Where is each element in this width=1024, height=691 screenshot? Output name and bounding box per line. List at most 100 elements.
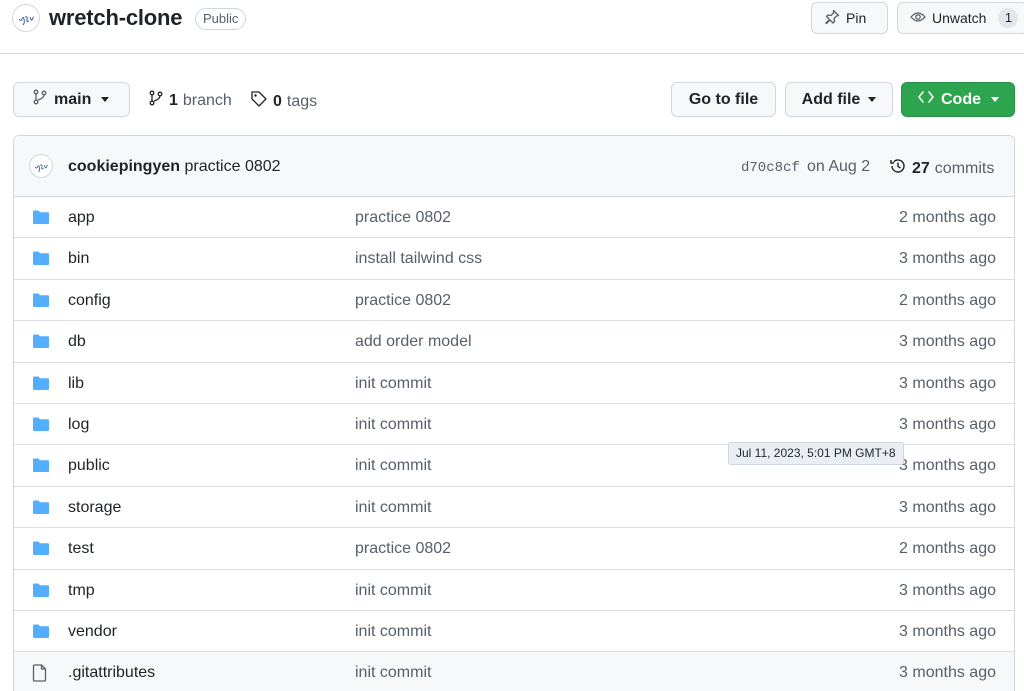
pin-label: Pin <box>846 10 867 26</box>
file-row[interactable]: test practice 0802 2 months ago <box>14 528 1014 570</box>
file-icon <box>32 664 48 687</box>
file-name-link[interactable]: db <box>68 333 86 351</box>
file-row[interactable]: vendor init commit 3 months ago <box>14 611 1014 653</box>
commit-message-link[interactable]: practice 0802 <box>184 158 280 175</box>
folder-icon <box>32 292 50 313</box>
folder-icon <box>32 209 50 230</box>
add-file-label: Add file <box>801 90 861 108</box>
file-commit-message-link[interactable]: add order model <box>355 333 472 351</box>
file-row[interactable]: log init commit 3 months ago <box>14 404 1014 446</box>
file-row[interactable]: lib init commit 3 months ago <box>14 363 1014 404</box>
commits-count: 27 <box>912 159 930 177</box>
commit-author-link[interactable]: cookiepingyen <box>68 158 180 175</box>
watch-count: 1 <box>998 8 1019 28</box>
file-name-link[interactable]: vendor <box>68 623 117 641</box>
file-name-link[interactable]: lib <box>68 375 84 393</box>
branches-link[interactable]: 1 branch <box>148 90 232 111</box>
commits-label: commits <box>934 159 995 177</box>
repo-header: wretch-clone Public Pin Unwatch 1 <box>0 0 1024 54</box>
tags-label: tags <box>286 92 318 110</box>
history-icon <box>889 157 907 180</box>
file-name-link[interactable]: log <box>68 416 89 434</box>
file-name-link[interactable]: config <box>68 292 111 310</box>
file-name-link[interactable]: public <box>68 457 110 475</box>
file-commit-age: 3 months ago <box>899 416 996 433</box>
owner-avatar[interactable] <box>12 4 40 32</box>
file-commit-message-link[interactable]: init commit <box>355 375 431 393</box>
file-commit-age: 3 months ago <box>899 664 996 682</box>
file-commit-age: 2 months ago <box>899 209 996 226</box>
file-commit-age: 3 months ago <box>899 250 996 268</box>
file-commit-message-link[interactable]: init commit <box>355 457 431 475</box>
file-commit-message-link[interactable]: init commit <box>355 664 431 682</box>
unwatch-label: Unwatch <box>932 10 987 26</box>
commit-summary: cookiepingyen practice 0802 <box>68 158 281 176</box>
folder-icon <box>32 250 50 271</box>
file-name-link[interactable]: test <box>68 540 94 558</box>
pin-icon <box>824 9 840 28</box>
tags-count: 0 <box>273 92 282 110</box>
folder-icon <box>32 333 50 354</box>
file-commit-message-link[interactable]: install tailwind css <box>355 250 482 268</box>
file-name-link[interactable]: app <box>68 209 95 227</box>
folder-icon <box>32 540 50 561</box>
folder-icon <box>32 623 50 644</box>
tags-link[interactable]: 0 tags <box>250 90 317 113</box>
folder-icon <box>32 457 50 478</box>
file-commit-age: 2 months ago <box>899 540 996 558</box>
add-file-button[interactable]: Add file <box>785 82 893 117</box>
file-browser: cookiepingyen practice 0802 d70c8cf on A… <box>13 135 1015 691</box>
pin-button[interactable]: Pin <box>811 2 888 34</box>
unwatch-button[interactable]: Unwatch 1 <box>897 2 1024 34</box>
file-commit-age: 3 months ago <box>899 333 996 351</box>
commit-date-tooltip: Jul 11, 2023, 5:01 PM GMT+8 <box>728 442 904 465</box>
file-row[interactable]: bin install tailwind css 3 months ago <box>14 238 1014 280</box>
file-commit-age: 3 months ago <box>899 498 996 516</box>
file-row[interactable]: app practice 0802 2 months ago <box>14 197 1014 239</box>
file-row[interactable]: storage init commit 3 months ago <box>14 487 1014 529</box>
file-commit-age: 3 months ago <box>899 374 996 392</box>
folder-icon <box>32 582 50 603</box>
file-row[interactable]: .gitattributes init commit 3 months ago <box>14 652 1014 691</box>
go-to-file-button[interactable]: Go to file <box>671 82 776 117</box>
file-commit-message-link[interactable]: init commit <box>355 623 431 641</box>
commit-author-avatar[interactable] <box>29 154 53 178</box>
file-name-link[interactable]: storage <box>68 499 121 517</box>
file-name-link[interactable]: bin <box>68 250 89 268</box>
commit-date: on Aug 2 <box>807 158 871 175</box>
file-commit-message-link[interactable]: init commit <box>355 582 431 600</box>
branches-label: branch <box>182 91 232 109</box>
file-commit-age: 3 months ago <box>899 457 996 475</box>
folder-icon <box>32 416 50 437</box>
branches-count: 1 <box>169 91 178 109</box>
chevron-down-icon <box>991 97 999 102</box>
file-row[interactable]: config practice 0802 2 months ago <box>14 280 1014 322</box>
code-label: Code <box>941 90 981 108</box>
git-branch-icon <box>32 89 48 110</box>
branch-select-button[interactable]: main <box>13 82 130 117</box>
file-commit-age: 2 months ago <box>899 291 996 309</box>
file-commit-age: 3 months ago <box>899 623 996 640</box>
file-commit-message-link[interactable]: init commit <box>355 499 431 517</box>
file-name-link[interactable]: .gitattributes <box>68 664 155 682</box>
code-button[interactable]: Code <box>901 82 1015 117</box>
file-row[interactable]: db add order model 3 months ago <box>14 321 1014 363</box>
git-branch-icon <box>148 90 164 111</box>
file-name-link[interactable]: tmp <box>68 582 95 600</box>
file-row[interactable]: tmp init commit 3 months ago <box>14 570 1014 611</box>
file-commit-message-link[interactable]: practice 0802 <box>355 209 451 227</box>
visibility-badge: Public <box>195 8 247 30</box>
tag-icon <box>250 90 268 113</box>
latest-commit-bar: cookiepingyen practice 0802 d70c8cf on A… <box>14 136 1014 197</box>
folder-icon <box>32 375 50 396</box>
file-commit-message-link[interactable]: init commit <box>355 416 431 434</box>
file-commit-message-link[interactable]: practice 0802 <box>355 540 451 558</box>
commits-history-link[interactable]: 27 commits <box>889 157 994 180</box>
commit-sha-link[interactable]: d70c8cf <box>741 160 800 176</box>
repo-name-link[interactable]: wretch-clone <box>49 5 182 31</box>
eye-icon <box>910 9 926 28</box>
chevron-down-icon <box>868 97 877 102</box>
code-icon <box>917 89 935 110</box>
file-commit-message-link[interactable]: practice 0802 <box>355 292 451 310</box>
folder-icon <box>32 499 50 520</box>
